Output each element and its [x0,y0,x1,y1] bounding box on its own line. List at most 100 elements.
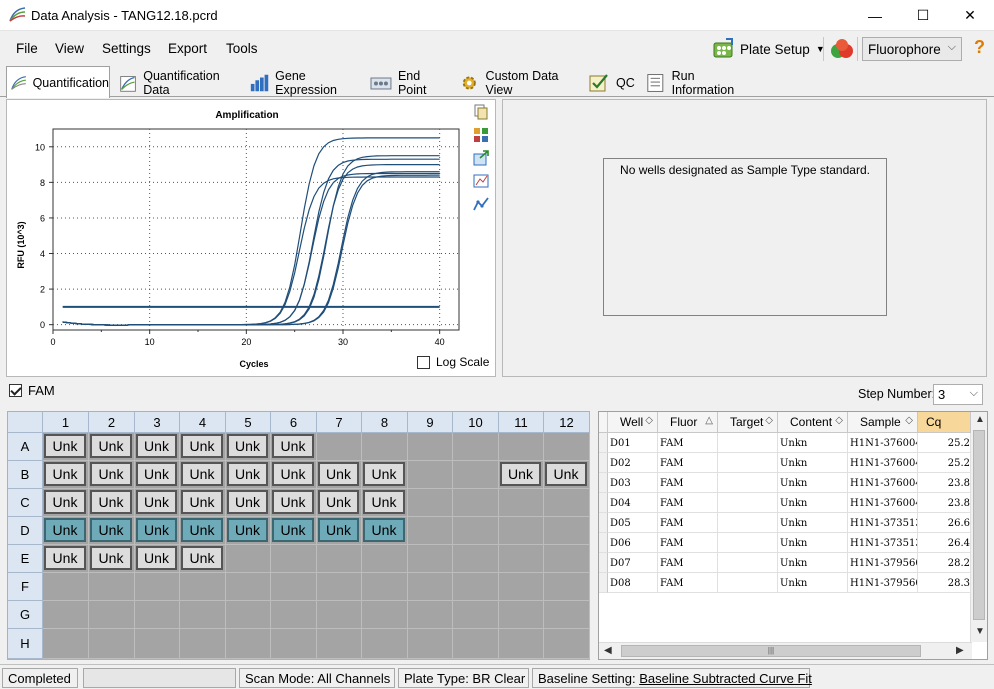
plate-cell[interactable] [180,573,226,601]
table-cell[interactable]: H1N1-379560 [848,573,918,593]
plate-well[interactable]: Unk [44,546,86,570]
plate-well[interactable]: Unk [545,462,587,486]
log-scale-checkbox[interactable] [417,355,430,369]
plate-cell[interactable] [544,433,590,461]
table-cell[interactable]: Unkn [778,553,848,573]
plate-cell[interactable]: Unk [544,461,590,489]
plate-well[interactable]: Unk [90,434,132,458]
plate-well[interactable]: Unk [44,434,86,458]
plate-well[interactable]: Unk [90,490,132,514]
horizontal-scrollbar[interactable]: ◀ ||| ▶ [599,642,972,659]
tab-quantification[interactable]: Quantification [6,66,110,98]
table-cell[interactable]: 26.6 [918,513,971,533]
plate-well[interactable]: Unk [44,490,86,514]
plate-cell[interactable]: Unk [43,433,89,461]
tab-run-information[interactable]: Run Information [641,69,755,97]
plate-well[interactable]: Unk [90,518,132,542]
menu-view[interactable]: View [55,41,84,56]
table-cell[interactable]: D08 [608,573,658,593]
plate-cell[interactable] [453,629,499,659]
plate-cell[interactable] [408,433,453,461]
plate-cell[interactable] [544,489,590,517]
plate-well[interactable]: Unk [136,546,177,570]
row-selector[interactable] [599,473,608,493]
plate-well[interactable]: Unk [44,462,86,486]
plate-cell[interactable] [453,489,499,517]
scroll-down-icon[interactable]: ▼ [975,626,985,637]
table-cell[interactable] [718,573,778,593]
table-cell[interactable]: FAM [658,513,718,533]
table-column-header[interactable]: Well ◇ [608,412,658,433]
plate-well[interactable]: Unk [136,462,177,486]
baseline-value[interactable]: Baseline Subtracted Curve Fit [639,671,812,686]
table-cell[interactable]: 25.2 [918,453,971,473]
fam-filter[interactable]: FAM [9,383,55,398]
table-cell[interactable]: FAM [658,433,718,453]
plate-cell[interactable]: Unk [362,489,408,517]
table-cell[interactable] [718,493,778,513]
sort-icon[interactable]: ◇ [835,415,843,426]
plate-cell[interactable] [226,601,271,629]
plate-well[interactable]: Unk [272,434,314,458]
table-cell[interactable]: H1N1-379560 [848,553,918,573]
plate-cell[interactable]: Unk [180,461,226,489]
close-button[interactable]: ✕ [947,0,993,31]
plate-cell[interactable]: Unk [135,517,180,545]
plate-cell[interactable] [89,601,135,629]
plate-cell[interactable] [408,461,453,489]
plate-well[interactable]: Unk [181,546,223,570]
plate-column-header[interactable]: 1 [43,412,89,433]
table-cell[interactable]: D05 [608,513,658,533]
plate-cell[interactable] [317,573,362,601]
table-cell[interactable]: 23.8 [918,473,971,493]
table-cell[interactable]: H1N1-376004-2 [848,433,918,453]
plate-cell[interactable] [317,545,362,573]
plate-well[interactable]: Unk [363,518,405,542]
plate-cell[interactable]: Unk [89,461,135,489]
help-icon[interactable]: ? [974,37,985,58]
plate-cell[interactable] [362,433,408,461]
table-cell[interactable]: 28.3 [918,573,971,593]
table-cell[interactable]: H1N1-373513 [848,533,918,553]
table-cell[interactable]: FAM [658,493,718,513]
vertical-scrollbar[interactable]: ▲ ▼ [970,412,987,642]
plate-cell[interactable] [43,601,89,629]
plate-cell[interactable] [408,573,453,601]
plate-cell[interactable] [180,601,226,629]
plate-well[interactable]: Unk [363,462,405,486]
row-selector[interactable] [599,453,608,473]
plate-cell[interactable] [544,545,590,573]
plate-row-header[interactable]: B [8,461,43,489]
menu-file[interactable]: File [16,41,38,56]
plate-cell[interactable]: Unk [180,433,226,461]
plate-cell[interactable]: Unk [89,433,135,461]
plate-cell[interactable] [408,545,453,573]
plate-row-header[interactable]: H [8,629,43,659]
plate-cell[interactable]: Unk [180,545,226,573]
export-chart-icon[interactable] [473,150,489,166]
zoom-chart-icon[interactable] [473,173,489,189]
table-cell[interactable] [718,473,778,493]
plate-cell[interactable]: Unk [271,489,317,517]
fam-checkbox[interactable] [9,384,22,397]
plate-well[interactable]: Unk [318,518,359,542]
plate-well[interactable]: Unk [136,518,177,542]
table-cell[interactable]: 23.8 [918,493,971,513]
plate-well[interactable]: Unk [181,518,223,542]
plate-cell[interactable] [226,545,271,573]
plate-well[interactable]: Unk [90,462,132,486]
row-selector[interactable] [599,573,608,593]
row-selector[interactable] [599,513,608,533]
plate-well[interactable]: Unk [227,462,268,486]
plate-cell[interactable] [499,629,544,659]
table-cell[interactable]: H1N1-373513 [848,513,918,533]
table-cell[interactable]: Unkn [778,433,848,453]
plate-well[interactable]: Unk [363,490,405,514]
plate-cell[interactable]: Unk [271,461,317,489]
plate-cell[interactable]: Unk [43,517,89,545]
plate-cell[interactable] [317,601,362,629]
plate-column-header[interactable]: 5 [226,412,271,433]
scroll-right-icon[interactable]: ▶ [956,645,964,656]
row-selector[interactable] [599,493,608,513]
table-cell[interactable]: D06 [608,533,658,553]
